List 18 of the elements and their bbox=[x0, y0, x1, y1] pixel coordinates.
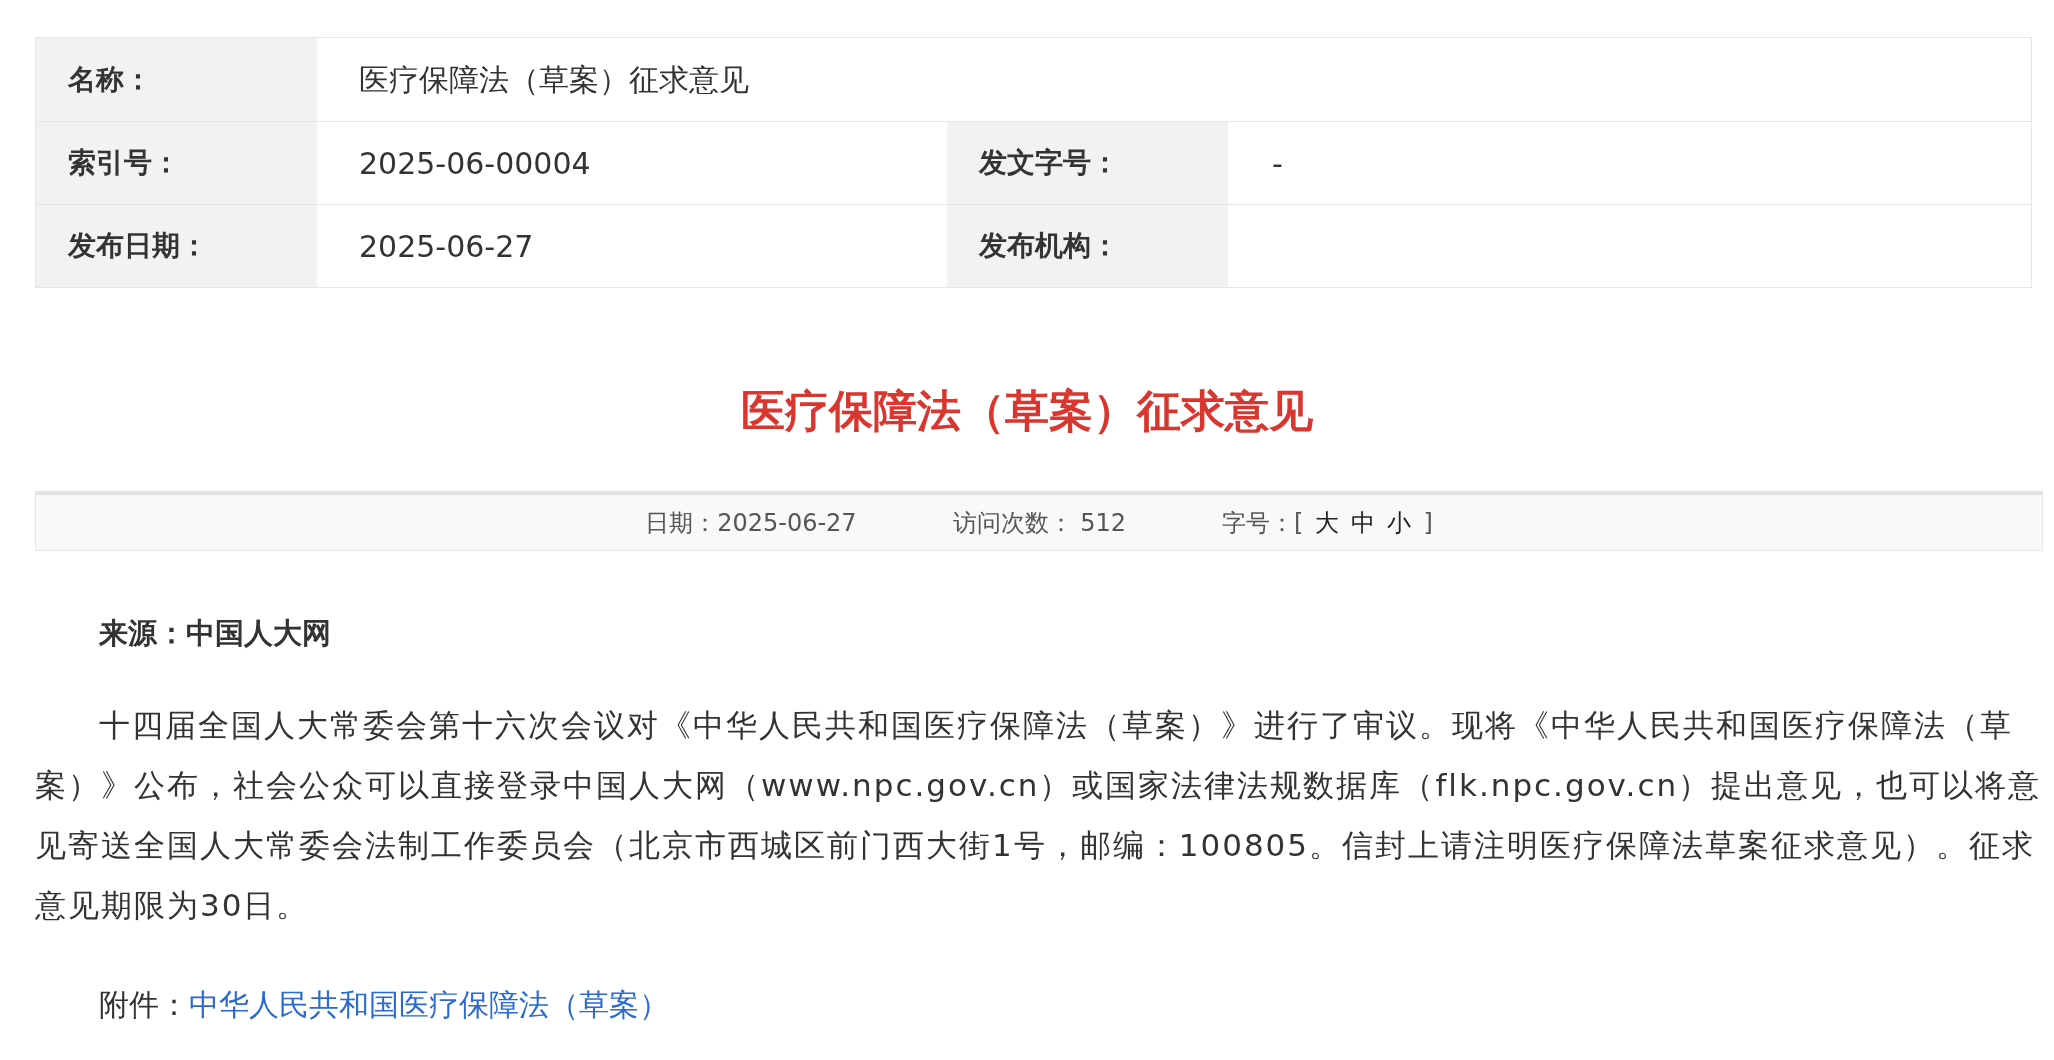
field-label: 发布机构： bbox=[947, 205, 1228, 287]
field-label: 名称： bbox=[36, 38, 317, 121]
font-size-link[interactable]: 小 bbox=[1387, 504, 1412, 541]
font-size-link[interactable]: 中 bbox=[1351, 504, 1376, 541]
field-label: 发文字号： bbox=[947, 122, 1228, 204]
field-label: 发布日期： bbox=[36, 205, 317, 287]
bracket-text: ] bbox=[1423, 507, 1433, 539]
article-title: 医疗保障法（草案）征求意见 bbox=[740, 384, 1314, 438]
publish-date: 日期：2025-06-27 bbox=[645, 507, 857, 539]
field-label: 索引号： bbox=[36, 122, 317, 204]
body-paragraph: 十四届全国人大常委会第十六次会议对《中华人民共和国医疗保障法（草案）》进行了审议。现将《中华人民共和国医疗保障法（草案）》公布，社会公众可以直接登录中国人大网（www.npc.gov.cn）或国家法律法规数据库（flk.npc.gov.cn）提出意见，也可以将意见寄送全国人大常委会法制工作委员会（北京市西城区前门西大街1号，邮编：100805。信封上请注明医疗保障法草案征求意见）。征求意见期限为30日。 bbox=[35, 706, 2043, 925]
font-size-label: 字号： bbox=[1222, 507, 1295, 539]
bracket-text: [ bbox=[1294, 507, 1304, 539]
attachment-link[interactable]: 中华人民共和国医疗保障法（草案） bbox=[189, 975, 669, 1035]
visit-count: 访问次数： 512 bbox=[952, 507, 1127, 539]
attachment-label: 附件： bbox=[99, 986, 189, 1024]
source-line: 来源：中国人大网 bbox=[98, 615, 332, 652]
font-size-link[interactable]: 大 bbox=[1315, 504, 1340, 541]
